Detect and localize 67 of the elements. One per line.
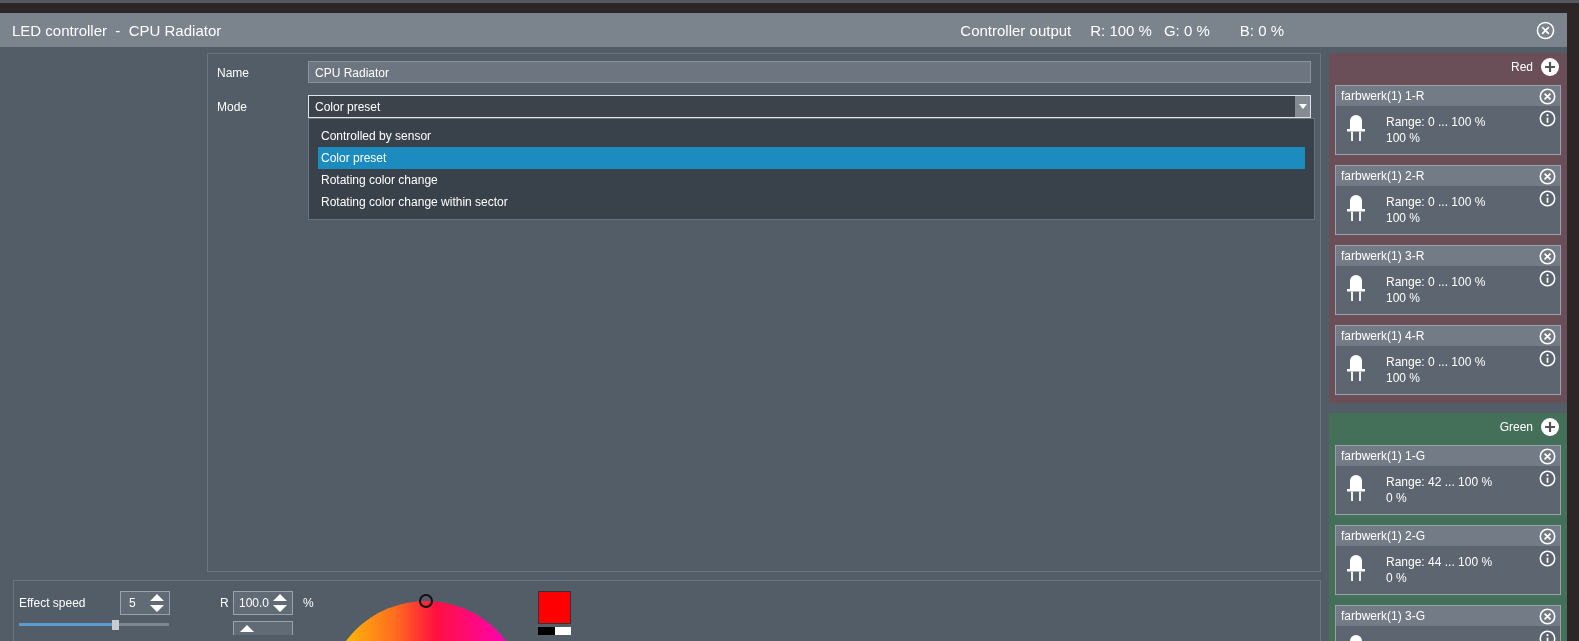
dropdown-option[interactable]: Controlled by sensor xyxy=(318,125,1305,147)
output-percent: 0 % xyxy=(1386,571,1408,585)
output-percent: 100 % xyxy=(1386,211,1422,225)
output-value: B: 0 % xyxy=(1239,21,1284,39)
spinner-arrows-icon[interactable] xyxy=(149,593,165,613)
close-icon[interactable] xyxy=(1539,447,1556,465)
info-icon[interactable] xyxy=(1539,190,1556,207)
add-icon[interactable] xyxy=(1541,58,1559,76)
output-name: farbwerk(1) 3-R xyxy=(1341,249,1426,263)
dropdown-option[interactable]: Color preset xyxy=(318,147,1305,169)
output-name: farbwerk(1) 1-R xyxy=(1341,89,1426,103)
close-icon[interactable] xyxy=(1536,20,1555,40)
name-field[interactable]: CPU Radiator xyxy=(308,61,1311,83)
output-name: farbwerk(1) 2-G xyxy=(1341,529,1427,543)
info-icon[interactable] xyxy=(1539,550,1556,567)
output-percent: 100 % xyxy=(1386,291,1422,305)
output-value: G: 0 % xyxy=(1163,21,1210,39)
info-icon[interactable] xyxy=(1539,270,1556,287)
led-icon xyxy=(1346,274,1366,302)
range-text: Range: 0 ... 100 % xyxy=(1386,115,1487,129)
led-icon xyxy=(1346,114,1366,142)
dropdown-option[interactable]: Rotating color change xyxy=(318,169,1305,191)
g-spinner[interactable] xyxy=(233,621,293,635)
led-icon xyxy=(1346,354,1366,382)
output-percent: 100 % xyxy=(1386,371,1422,385)
caret-icon xyxy=(1298,104,1307,109)
close-icon[interactable] xyxy=(1539,87,1556,105)
range-text: Range: 0 ... 100 % xyxy=(1386,195,1487,209)
close-icon[interactable] xyxy=(1539,327,1556,345)
spinner-arrows-icon[interactable] xyxy=(272,593,288,613)
spinner-arrows-icon[interactable] xyxy=(239,624,255,632)
led-icon xyxy=(1346,194,1366,222)
output-label: Controller output xyxy=(960,21,1072,39)
close-icon[interactable] xyxy=(1539,167,1556,185)
window-title: LED controller - CPU Radiator xyxy=(12,21,223,39)
output-name: farbwerk(1) 3-G xyxy=(1341,609,1427,623)
range-text: Range: 0 ... 100 % xyxy=(1386,355,1487,369)
output-percent: 0 % xyxy=(1386,491,1408,505)
led-icon xyxy=(1346,554,1366,582)
range-text: Range: 0 ... 100 % xyxy=(1386,275,1487,289)
speed-spinner[interactable]: 5 xyxy=(120,591,170,615)
range-text: Range: 44 ... 100 % xyxy=(1386,555,1494,569)
output-name: farbwerk(1) 4-R xyxy=(1341,329,1426,343)
close-icon[interactable] xyxy=(1539,247,1556,265)
output-name: farbwerk(1) 1-G xyxy=(1341,449,1427,463)
led-icon xyxy=(1346,474,1366,502)
r-label: R xyxy=(220,596,230,610)
r-spinner[interactable]: 100.0 xyxy=(233,591,293,615)
range-text: Range: 42 ... 100 % xyxy=(1386,475,1494,489)
swatch-pair[interactable] xyxy=(538,627,571,635)
mode-dropdown[interactable]: Color preset xyxy=(308,95,1311,118)
group-name: Green xyxy=(1499,420,1533,434)
output-name: farbwerk(1) 2-R xyxy=(1341,169,1426,183)
info-icon[interactable] xyxy=(1539,470,1556,487)
add-icon[interactable] xyxy=(1541,418,1559,436)
mode-label: Mode xyxy=(217,99,249,114)
info-icon[interactable] xyxy=(1539,350,1556,367)
name-label: Name xyxy=(217,65,250,80)
close-icon[interactable] xyxy=(1539,607,1556,625)
close-icon[interactable] xyxy=(1539,527,1556,545)
info-icon[interactable] xyxy=(1539,110,1556,127)
percent-unit: % xyxy=(303,596,314,610)
output-value: R: 100 % xyxy=(1090,21,1152,39)
output-percent: 100 % xyxy=(1386,131,1422,145)
effect-speed-label: Effect speed xyxy=(19,596,87,610)
dropdown-option[interactable]: Rotating color change within sector xyxy=(318,191,1305,213)
group-name: Red xyxy=(1511,60,1533,74)
